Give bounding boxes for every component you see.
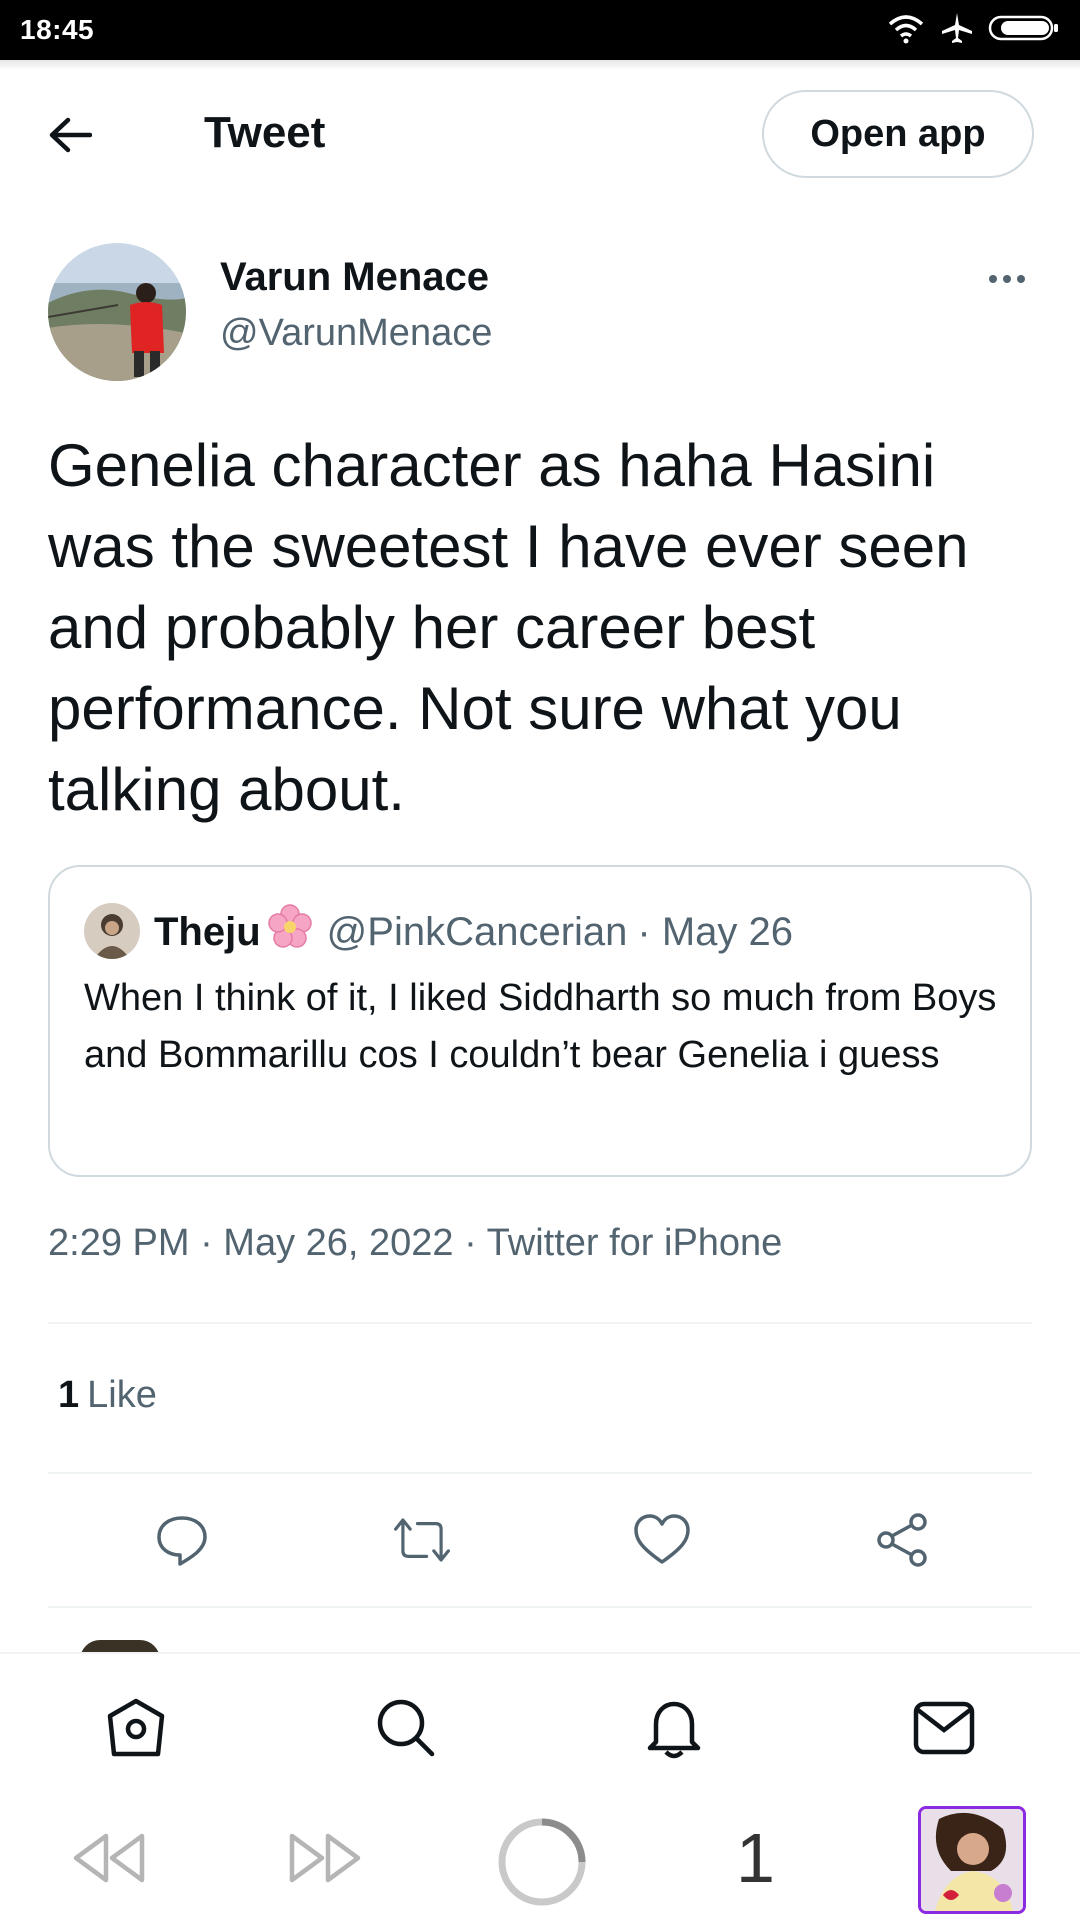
notifications-icon: [647, 1701, 701, 1759]
author-handle[interactable]: @VarunMenace: [220, 312, 492, 355]
like-icon: [634, 1514, 690, 1564]
author-name[interactable]: Varun Menace: [220, 255, 489, 300]
page-title: Tweet: [204, 108, 326, 157]
browser-back-icon: [73, 1833, 145, 1883]
more-icon: [989, 275, 1025, 283]
back-arrow-icon: [49, 117, 92, 153]
quote-author-handle: @PinkCancerian: [326, 909, 628, 954]
quote-author-avatar: [84, 903, 140, 959]
share-button[interactable]: [872, 1510, 932, 1570]
tab-count[interactable]: 1: [736, 1818, 775, 1898]
status-icons: [886, 11, 1060, 50]
nav-home[interactable]: [102, 1694, 170, 1762]
cherry-blossom-icon: [267, 904, 313, 960]
browser-forward-icon: [289, 1833, 361, 1883]
reload-icon: [498, 1818, 586, 1906]
tweet-timestamp[interactable]: 2:29 PM · May 26, 2022 · Twitter for iPh…: [48, 1222, 782, 1265]
retweet-button[interactable]: [392, 1510, 452, 1570]
nav-notifications[interactable]: [640, 1694, 708, 1762]
airplane-icon: [940, 11, 974, 50]
header-shadow: [0, 60, 1080, 70]
status-bar: 18:45: [0, 0, 1080, 60]
reply-button[interactable]: [152, 1510, 212, 1570]
home-icon: [107, 1698, 165, 1757]
retweet-icon: [394, 1518, 450, 1562]
quote-author-name: Theju: [154, 909, 261, 954]
nav-search[interactable]: [372, 1694, 440, 1762]
browser-back-button[interactable]: [70, 1828, 146, 1888]
tab-thumbnail[interactable]: [918, 1806, 1026, 1914]
quoted-tweet[interactable]: Theju @PinkCancerian · May 26 When I thi…: [48, 865, 1032, 1177]
tweet-text: Genelia character as haha Hasini was the…: [48, 432, 969, 823]
author-avatar[interactable]: [48, 243, 186, 381]
more-button[interactable]: [982, 262, 1032, 296]
quote-text: When I think of it, I liked Siddharth so…: [84, 977, 997, 1076]
wifi-icon: [886, 12, 926, 49]
like-button[interactable]: [632, 1510, 692, 1570]
page: 18:45 Tweet Open app Varun Menace @Varun…: [0, 0, 1080, 1920]
quote-date: · May 26: [637, 909, 794, 954]
tweet-header: Tweet Open app: [0, 60, 1080, 206]
search-icon: [377, 1699, 435, 1757]
browser-forward-button[interactable]: [288, 1828, 364, 1888]
divider: [48, 1322, 1032, 1324]
likes-number: 1: [58, 1374, 80, 1416]
share-icon: [877, 1513, 927, 1567]
bottom-navigation: [0, 1652, 1080, 1800]
back-button[interactable]: [40, 105, 100, 165]
nav-messages[interactable]: [910, 1694, 978, 1762]
browser-reload-button[interactable]: [496, 1816, 588, 1908]
likes-count[interactable]: 1 Like: [58, 1374, 157, 1417]
status-time: 18:45: [20, 14, 95, 45]
quote-header: Theju @PinkCancerian · May 26: [154, 904, 793, 960]
open-app-button[interactable]: Open app: [762, 90, 1034, 178]
reply-icon: [157, 1516, 207, 1566]
divider: [48, 1472, 1032, 1474]
messages-icon: [913, 1701, 975, 1755]
divider: [48, 1606, 1032, 1608]
battery-icon: [988, 13, 1060, 48]
likes-label: Like: [87, 1374, 157, 1416]
